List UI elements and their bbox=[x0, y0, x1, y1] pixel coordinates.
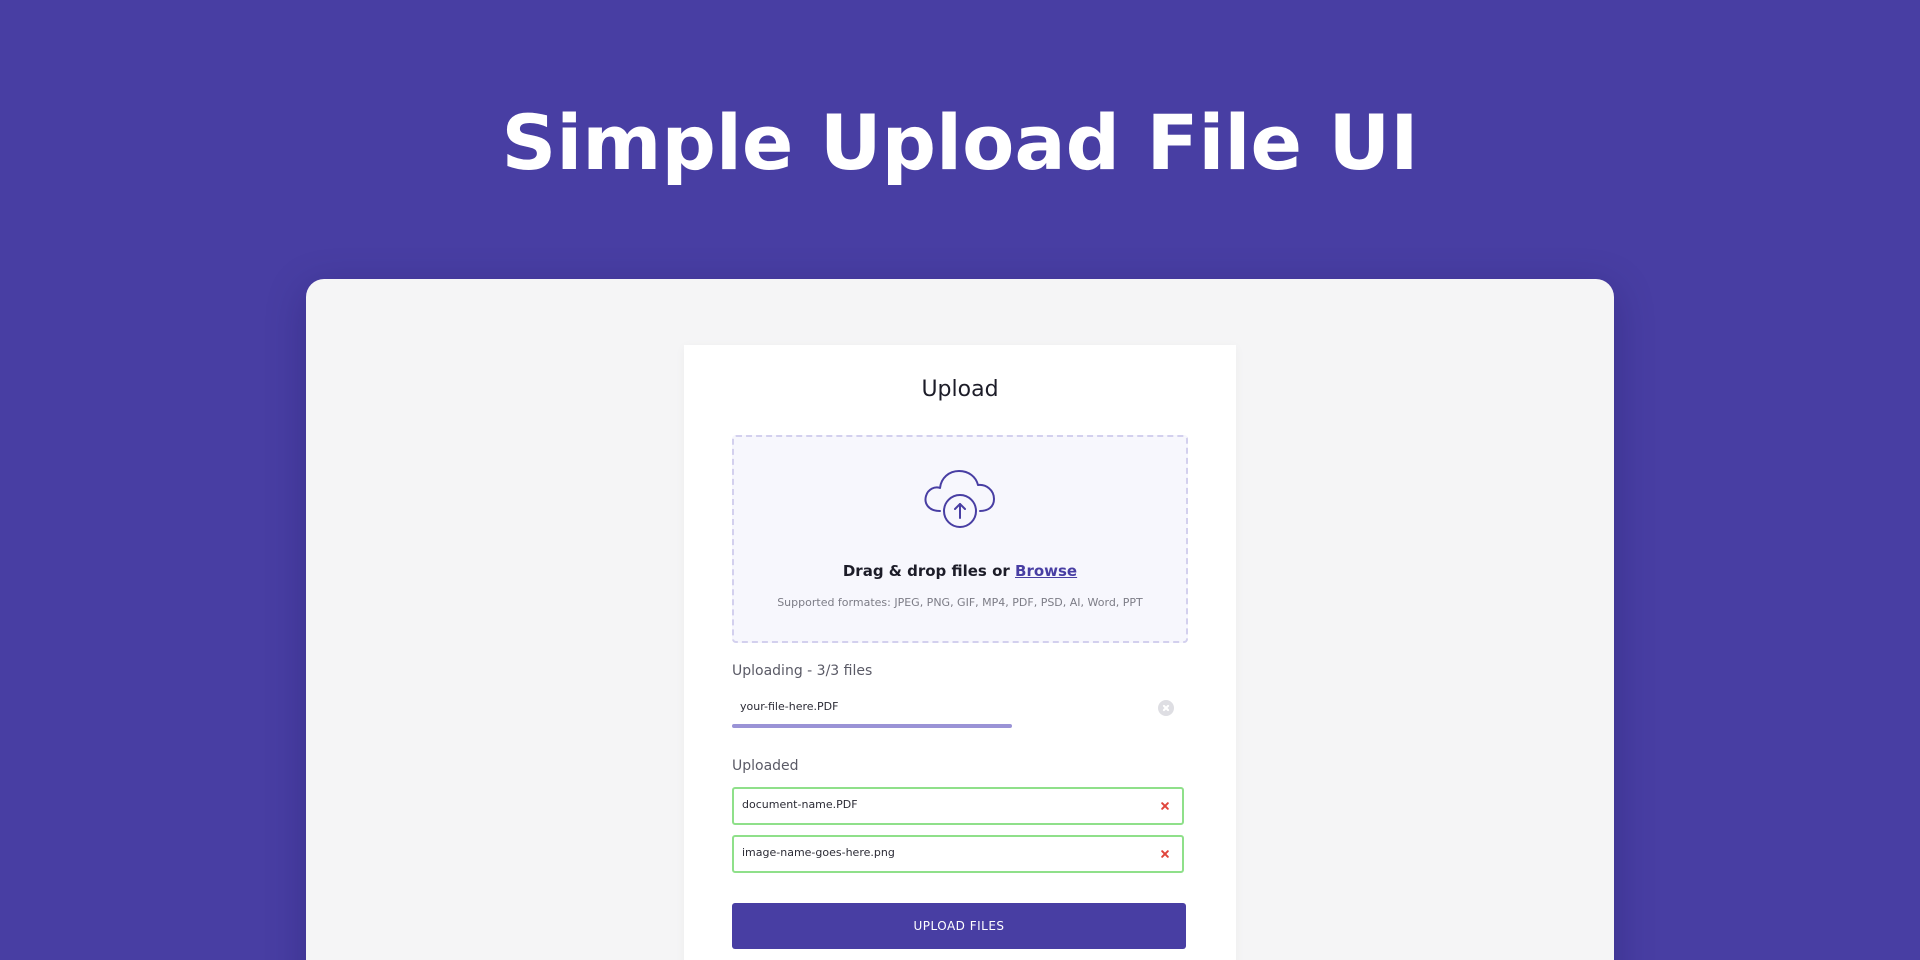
uploading-file-name: your-file-here.PDF bbox=[740, 700, 839, 713]
dropzone[interactable]: Drag & drop files or Browse Supported fo… bbox=[732, 435, 1188, 643]
dropzone-prompt-text: Drag & drop files or bbox=[842, 562, 1016, 580]
uploaded-file-name: document-name.PDF bbox=[742, 798, 858, 811]
upload-files-button[interactable]: UPLOAD FILES bbox=[732, 903, 1186, 949]
progress-fill bbox=[732, 724, 1013, 728]
upload-card: Upload Drag & drop files or Browse Suppo… bbox=[684, 345, 1236, 960]
uploaded-file-row: document-name.PDF bbox=[732, 787, 1184, 825]
supported-formats: Supported formates: JPEG, PNG, GIF, MP4,… bbox=[777, 596, 1143, 609]
clear-icon[interactable] bbox=[1158, 700, 1174, 716]
cloud-upload-icon bbox=[924, 470, 995, 528]
remove-icon[interactable] bbox=[1160, 801, 1170, 811]
browse-link[interactable]: Browse bbox=[1015, 562, 1077, 580]
card-title: Upload bbox=[921, 377, 999, 402]
uploaded-file-name: image-name-goes-here.png bbox=[742, 846, 895, 859]
uploaded-label: Uploaded bbox=[732, 758, 799, 774]
progress-bar bbox=[732, 724, 1184, 728]
uploading-label: Uploading - 3/3 files bbox=[732, 663, 873, 679]
page-title: Simple Upload File UI bbox=[501, 98, 1419, 187]
remove-icon[interactable] bbox=[1160, 849, 1170, 859]
uploaded-file-row: image-name-goes-here.png bbox=[732, 835, 1184, 873]
dropzone-prompt: Drag & drop files or Browse bbox=[734, 561, 1186, 581]
uploading-file-row: your-file-here.PDF bbox=[732, 692, 1184, 728]
